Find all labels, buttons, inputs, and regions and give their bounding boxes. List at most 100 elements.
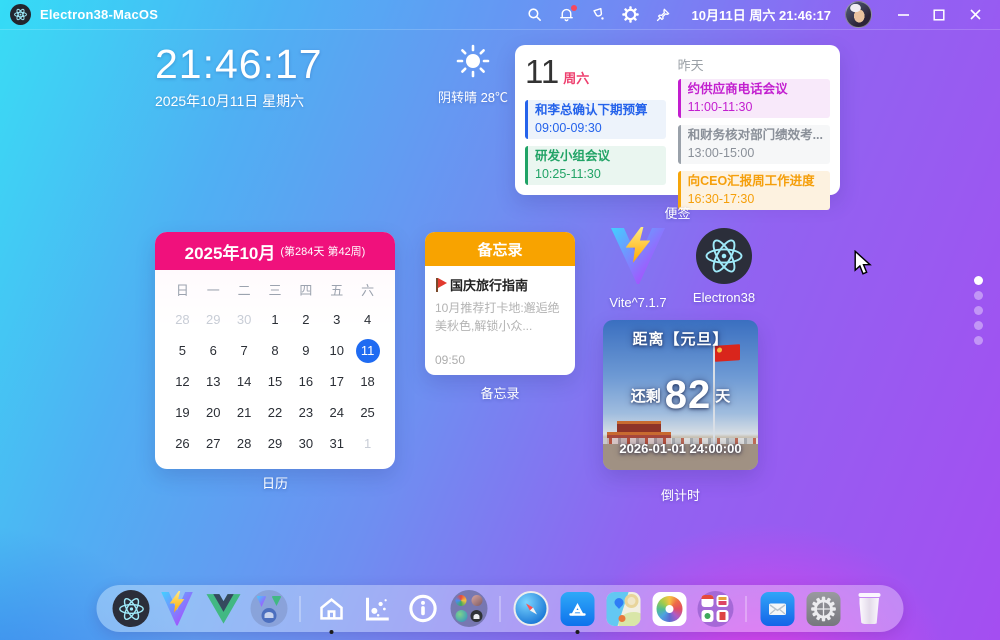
calendar-day[interactable]: 21 [229, 399, 260, 426]
vite-app-shortcut[interactable]: Vite^7.1.7 [595, 226, 681, 310]
countdown-target-date: 2026-01-01 24:00:00 [619, 441, 742, 456]
dock-vue-icon[interactable] [205, 590, 242, 627]
dock-chart-icon[interactable] [359, 590, 396, 627]
calendar-day[interactable]: 15 [260, 368, 291, 395]
dock-dev-group-icon[interactable] [250, 590, 288, 627]
sticky-weekday: 周六 [563, 71, 590, 86]
dock-maps-icon[interactable] [605, 590, 642, 627]
dock-widgets-icon[interactable] [697, 590, 734, 627]
search-icon[interactable] [522, 3, 548, 27]
calendar-day[interactable]: 12 [167, 368, 198, 395]
calendar-day[interactable]: 9 [290, 337, 321, 364]
dock-home-icon[interactable] [313, 590, 350, 634]
dock-electron-icon[interactable] [112, 590, 150, 627]
calendar-day[interactable]: 28 [229, 430, 260, 457]
sticky-widget-label: 便签 [664, 206, 691, 221]
maximize-button[interactable] [924, 3, 954, 27]
dock-web-group-icon[interactable] [450, 590, 488, 627]
page-dot[interactable] [974, 276, 983, 285]
calendar-day[interactable]: 20 [198, 399, 229, 426]
dock-safari-icon[interactable] [513, 590, 550, 627]
sticky-note-widget[interactable]: 11 周六 和李总确认下期预算 09:00-09:30 研发小组会议 10:25-11:… [515, 45, 840, 210]
calendar-day[interactable]: 7 [229, 337, 260, 364]
calendar-day[interactable]: 22 [260, 399, 291, 426]
calendar-day[interactable]: 14 [229, 368, 260, 395]
calendar-day[interactable]: 17 [321, 368, 352, 395]
sun-icon [456, 44, 490, 78]
page-dot[interactable] [974, 321, 983, 330]
calendar-day[interactable]: 6 [198, 337, 229, 364]
dock-info-icon[interactable] [405, 590, 442, 627]
weekday-header: 六 [361, 283, 375, 298]
calendar-day[interactable]: 13 [198, 368, 229, 395]
calendar-day[interactable]: 16 [290, 368, 321, 395]
calendar-day[interactable]: 1 [352, 430, 383, 457]
titlebar-datetime: 10月11日 周六 21:46:17 [691, 8, 831, 23]
weekday-header: 二 [237, 283, 251, 298]
dock-trash-icon[interactable] [851, 590, 888, 627]
calendar-day[interactable]: 31 [321, 430, 352, 457]
countdown-widget[interactable]: 距离【元旦】 还剩 82 天 2026-01-01 24:00:00 [603, 320, 758, 470]
calendar-day[interactable]: 10 [321, 337, 352, 364]
electron-app-shortcut[interactable]: Electron38 [681, 228, 767, 305]
notification-badge [570, 4, 577, 11]
close-button[interactable] [960, 3, 990, 27]
user-avatar[interactable] [845, 1, 872, 28]
page-dot[interactable] [974, 291, 983, 300]
event-item[interactable]: 和李总确认下期预算 09:00-09:30 [525, 100, 666, 139]
calendar-widget[interactable]: 2025年10月 (第284天 第42周) 日一二三四五六 28 29 30 1 2 3 4 5… [155, 232, 395, 469]
calendar-day[interactable]: 29 [198, 306, 229, 333]
notifications-bell-icon[interactable] [554, 3, 580, 27]
event-item[interactable]: 和财务核对部门绩效考... 13:00-15:00 [677, 125, 830, 164]
weekday-header: 日 [175, 283, 189, 298]
dock-separator [299, 595, 301, 622]
memo-title: 国庆旅行指南 [435, 275, 565, 294]
page-dot[interactable] [974, 336, 983, 345]
countdown-suffix: 天 [715, 387, 731, 405]
event-item[interactable]: 约供应商电话会议 11:00-11:30 [677, 79, 830, 118]
calendar-day[interactable]: 28 [167, 306, 198, 333]
calendar-day[interactable]: 25 [352, 399, 383, 426]
calendar-day[interactable]: 8 [260, 337, 291, 364]
calendar-day[interactable]: 5 [167, 337, 198, 364]
vite-app-label: Vite^7.1.7 [609, 295, 667, 310]
dock-settings-icon[interactable] [805, 590, 842, 627]
theme-bucket-icon[interactable] [586, 3, 612, 27]
calendar-day[interactable]: 19 [167, 399, 198, 426]
memo-time: 09:50 [435, 353, 466, 367]
settings-gear-icon[interactable] [618, 3, 644, 27]
page-indicator-dots [974, 276, 983, 345]
today-events-list: 和李总确认下期预算 09:00-09:30 研发小组会议 10:25-11:30 [525, 100, 666, 185]
memo-widget[interactable]: 备忘录 国庆旅行指南 10月推荐打卡地:邂逅绝美秋色,解锁小众... 09:50 [425, 232, 575, 375]
minimize-button[interactable] [888, 3, 918, 27]
calendar-widget-label: 日历 [261, 476, 288, 491]
event-item[interactable]: 研发小组会议 10:25-11:30 [525, 146, 666, 185]
calendar-day[interactable]: 2 [290, 306, 321, 333]
page-dot[interactable] [974, 306, 983, 315]
dock [96, 585, 904, 634]
calendar-day[interactable]: 30 [290, 430, 321, 457]
dock-photos-icon[interactable] [651, 590, 688, 627]
clock-time: 21:46:17 [155, 41, 323, 87]
weather-condition: 阴转晴 28℃ [437, 90, 509, 105]
countdown-days: 82 [664, 373, 712, 417]
calendar-day[interactable]: 30 [229, 306, 260, 333]
calendar-day[interactable]: 4 [352, 306, 383, 333]
dock-mail-icon[interactable] [759, 590, 796, 627]
calendar-day[interactable]: 27 [198, 430, 229, 457]
weekday-header: 一 [206, 283, 220, 298]
electron-logo-icon [10, 4, 31, 25]
weather-widget: 阴转晴 28℃ [432, 44, 514, 106]
running-indicator [575, 630, 579, 634]
calendar-day[interactable]: 26 [167, 430, 198, 457]
calendar-day[interactable]: 23 [290, 399, 321, 426]
calendar-day[interactable]: 18 [352, 368, 383, 395]
calendar-day[interactable]: 29 [260, 430, 291, 457]
calendar-day[interactable]: 1 [260, 306, 291, 333]
pin-icon[interactable] [650, 3, 676, 27]
calendar-day[interactable]: 24 [321, 399, 352, 426]
dock-vite-icon[interactable] [159, 590, 196, 627]
calendar-day[interactable]: 3 [321, 306, 352, 333]
calendar-day-selected[interactable]: 11 [352, 337, 383, 364]
dock-app-store-icon[interactable] [559, 590, 596, 634]
